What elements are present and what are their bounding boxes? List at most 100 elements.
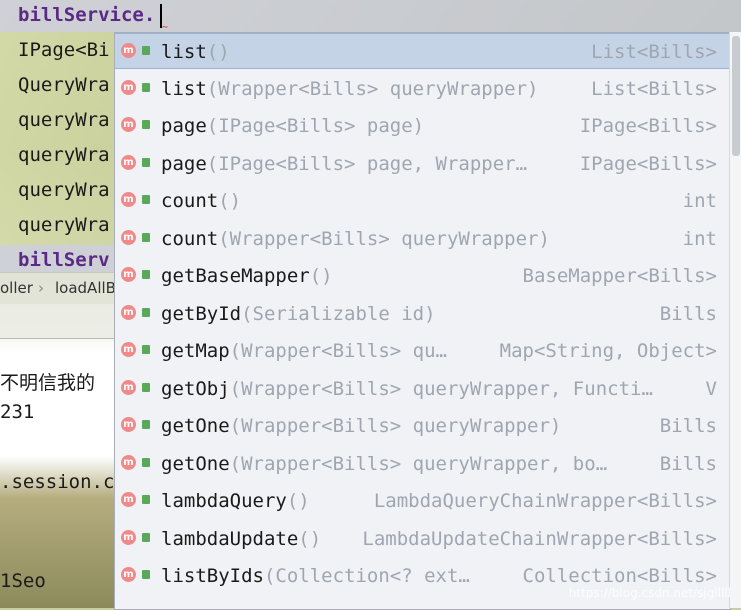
public-visibility-icon (142, 382, 150, 392)
console-line: .session.c (0, 471, 115, 493)
console-line: 231 (0, 401, 35, 423)
public-visibility-icon (142, 570, 150, 579)
method-params: () (218, 190, 242, 212)
method-name: getObj (161, 377, 230, 400)
public-visibility-icon (142, 495, 150, 504)
completion-item[interactable]: m getBaseMapper() BaseMapper<Bills> (115, 258, 730, 294)
completion-item[interactable]: m list() List<Bills> (115, 33, 730, 69)
method-params: () (206, 41, 230, 63)
method-params: (Wrapper<Bills> qu… (229, 340, 447, 362)
completion-item[interactable]: m getObj(Wrapper<Bills> queryWrapper, Fun… (115, 371, 730, 407)
method-name: listByIds (161, 565, 264, 587)
return-type: int (682, 190, 717, 212)
completion-method: list() (161, 41, 230, 63)
method-icon: m (121, 417, 136, 432)
completion-method: list(Wrapper<Bills> queryWrapper) (161, 78, 539, 100)
public-visibility-icon (142, 307, 150, 317)
method-icon: m (121, 454, 136, 470)
public-visibility-icon (142, 82, 150, 92)
return-type: Bills (659, 302, 717, 325)
completion-method: getOne(Wrapper<Bills> queryWrapper, bo… (161, 453, 607, 475)
method-params: () (286, 490, 310, 512)
completion-method: getMap(Wrapper<Bills> qu… (161, 340, 447, 362)
return-type: LambdaQueryChainWrapper<Bills> (373, 490, 717, 512)
completion-method: getBaseMapper() (161, 265, 333, 287)
method-name: getById (161, 302, 242, 325)
method-params: (IPage<Bills> page, Wrapper… (206, 152, 528, 175)
return-type: IPage<Bills> (579, 115, 717, 137)
return-type: Map<String, Object> (499, 340, 717, 362)
public-visibility-icon (142, 457, 150, 467)
popup-scrollbar[interactable] (729, 32, 741, 608)
method-name: list (161, 41, 207, 63)
completion-method: getById(Serializable id) (161, 303, 436, 325)
public-visibility-icon (142, 345, 150, 354)
method-icon: m (121, 304, 136, 320)
method-name: lambdaUpdate (161, 527, 299, 550)
method-icon: m (121, 192, 136, 207)
completion-method: lambdaUpdate() (161, 528, 321, 550)
public-visibility-icon (142, 532, 150, 542)
method-icon: m (121, 154, 136, 170)
method-params: (Serializable id) (241, 302, 436, 325)
code-line[interactable]: QueryWra (18, 74, 110, 96)
public-visibility-icon (142, 195, 150, 204)
code-line[interactable]: queryWra (18, 179, 110, 201)
breadcrumb-item[interactable]: loadAllB (55, 279, 116, 297)
code-line[interactable]: billServ (18, 249, 110, 271)
completion-item[interactable]: m count() int (115, 183, 730, 219)
method-params: (Collection<? ext… (263, 565, 470, 587)
return-type: List<Bills> (591, 77, 717, 100)
return-type: BaseMapper<Bills> (522, 265, 717, 287)
method-params: (Wrapper<Bills> queryWrapper) (206, 77, 539, 100)
public-visibility-icon (142, 232, 150, 242)
method-name: getOne (161, 415, 230, 437)
completion-item[interactable]: m lambdaUpdate() LambdaUpdateChainWrapper<… (115, 521, 730, 557)
breadcrumb-item[interactable]: oller (0, 279, 33, 297)
return-type: Bills (659, 452, 717, 475)
method-icon: m (121, 229, 136, 245)
method-params: (Wrapper<Bills> queryWrapper) (229, 415, 562, 437)
completion-method: count() (161, 190, 241, 212)
console-line: 1Seo (0, 570, 46, 592)
completion-item[interactable]: m getOne(Wrapper<Bills> queryWrapper, bo…… (115, 446, 730, 482)
watermark: https://blog.csdn.net/sjglllll (568, 586, 731, 600)
method-icon: m (121, 267, 136, 282)
code-line[interactable]: queryWra (18, 109, 110, 131)
method-name: count (161, 190, 219, 212)
method-params: (IPage<Bills> page) (206, 115, 425, 137)
code-completion-popup[interactable]: m list() List<Bills> m list(Wrapper<Bills> q… (114, 32, 731, 610)
return-type: IPage<Bills> (579, 152, 717, 175)
method-icon: m (121, 117, 136, 132)
method-icon: m (121, 342, 136, 357)
completion-item[interactable]: m page(IPage<Bills> page) IPage<Bills> (115, 108, 730, 144)
tool-window-header (0, 304, 120, 339)
code-line[interactable]: billService. (18, 4, 155, 26)
return-type: Bills (659, 415, 717, 437)
completion-method: lambdaQuery() (161, 490, 310, 512)
public-visibility-icon (142, 46, 150, 55)
completion-item[interactable]: m page(IPage<Bills> page, Wrapper… IPage<B… (115, 146, 730, 182)
scrollbar-thumb[interactable] (732, 36, 740, 156)
completion-method: count(Wrapper<Bills> queryWrapper) (161, 228, 550, 250)
public-visibility-icon (142, 120, 150, 129)
code-line[interactable]: IPage<Bi (18, 39, 110, 61)
return-type: LambdaUpdateChainWrapper<Bills> (362, 527, 717, 550)
public-visibility-icon (142, 270, 150, 279)
completion-item[interactable]: m getMap(Wrapper<Bills> qu… Map<String, Ob… (115, 333, 730, 369)
method-params: () (298, 527, 322, 550)
public-visibility-icon (142, 157, 150, 167)
completion-item[interactable]: m count(Wrapper<Bills> queryWrapper) int (115, 221, 730, 257)
completion-item[interactable]: m lambdaQuery() LambdaQueryChainWrapper<Bi… (115, 483, 730, 519)
method-name: page (161, 115, 207, 137)
code-line[interactable]: queryWra (18, 144, 110, 166)
code-line[interactable]: queryWra (18, 214, 110, 236)
completion-method: page(IPage<Bills> page) (161, 115, 424, 137)
method-icon: m (121, 43, 136, 58)
return-type: int (682, 227, 717, 250)
completion-item[interactable]: m list(Wrapper<Bills> queryWrapper) List<B… (115, 71, 730, 107)
completion-method: getObj(Wrapper<Bills> queryWrapper, Func… (161, 378, 653, 400)
completion-item[interactable]: m getOne(Wrapper<Bills> queryWrapper) Bill… (115, 408, 730, 444)
completion-item[interactable]: m getById(Serializable id) Bills (115, 296, 730, 332)
public-visibility-icon (142, 420, 150, 429)
